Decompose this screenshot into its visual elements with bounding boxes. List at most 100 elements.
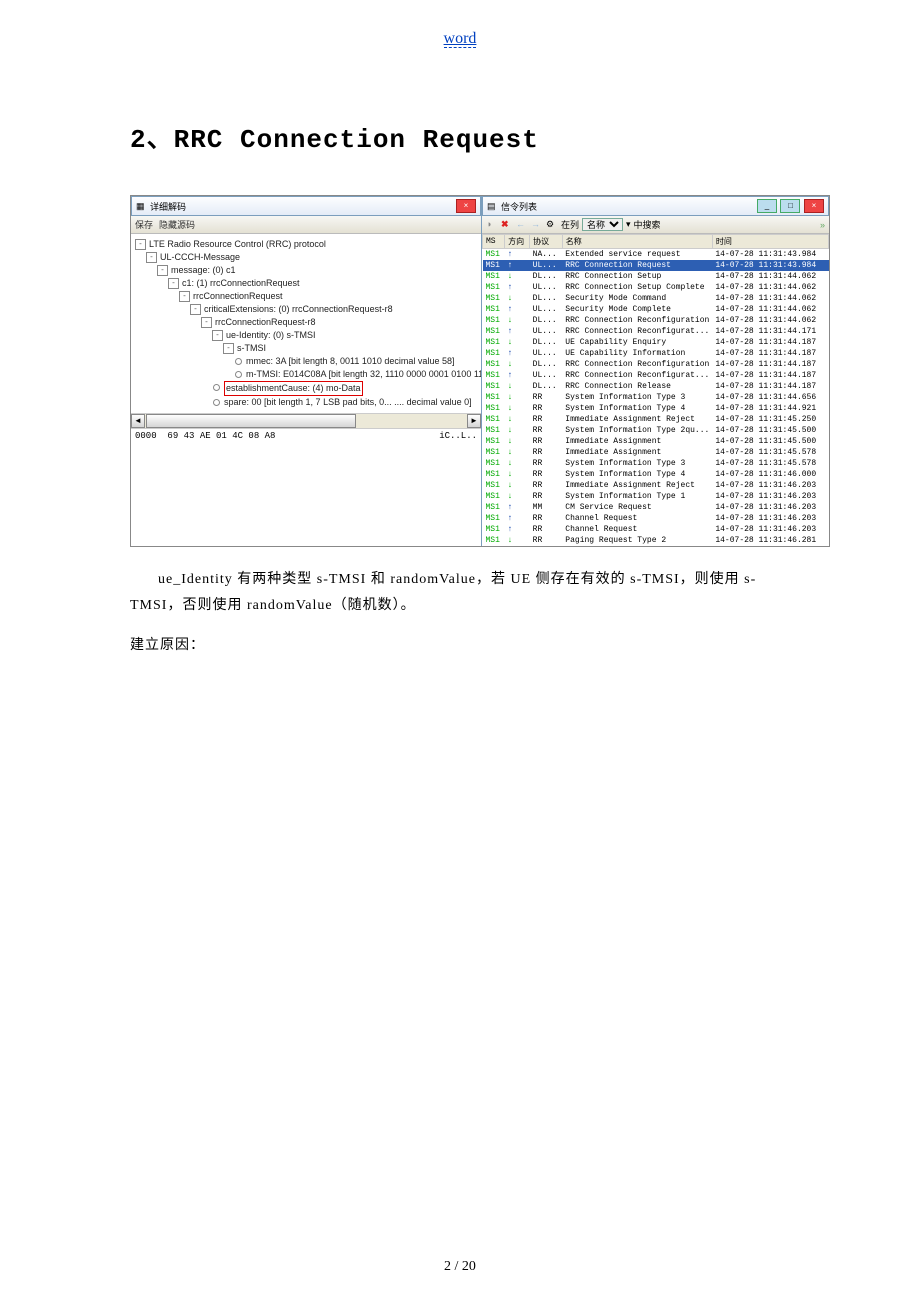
leaf-icon[interactable] xyxy=(213,384,220,391)
tree-label: m-TMSI: E014C08A [bit length 32, 1110 00… xyxy=(246,368,481,381)
tree-node[interactable]: -c1: (1) rrcConnectionRequest xyxy=(135,277,479,290)
hex-view: 0000 69 43 AE 01 4C 08 A8 iC..L.. xyxy=(131,428,481,445)
search-label-col: 在列 xyxy=(561,218,579,231)
list-icon: ▤ xyxy=(487,201,497,211)
save-button[interactable]: 保存 xyxy=(135,218,153,231)
tree-label: rrcConnectionRequest-r8 xyxy=(215,316,316,329)
tree-node[interactable]: -rrcConnectionRequest-r8 xyxy=(135,316,479,329)
collapse-icon[interactable]: - xyxy=(157,265,168,276)
tree-node[interactable]: spare: 00 [bit length 1, 7 LSB pad bits,… xyxy=(135,396,479,409)
decode-title: 详细解码 xyxy=(150,200,186,213)
tree-label: establishmentCause: (4) mo-Data xyxy=(224,381,363,396)
expand-icon[interactable]: » xyxy=(820,220,825,230)
horizontal-scrollbar[interactable]: ◄ ► xyxy=(131,413,481,428)
collapse-icon[interactable]: - xyxy=(135,239,146,250)
table-header-row: MS 方向 协议 名称 时间 xyxy=(483,235,829,249)
tree-node[interactable]: -LTE Radio Resource Control (RRC) protoc… xyxy=(135,238,479,251)
tree-node[interactable]: m-TMSI: E014C08A [bit length 32, 1110 00… xyxy=(135,368,479,381)
decode-titlebar: ▦ 详细解码 × xyxy=(131,196,481,216)
table-row[interactable]: MS1↑UL...RRC Connection Request14-07-28 … xyxy=(483,260,829,271)
leaf-icon[interactable] xyxy=(235,371,242,378)
close-icon[interactable]: × xyxy=(804,199,824,213)
hex-bytes: 69 43 AE 01 4C 08 A8 xyxy=(167,431,275,441)
tree-node[interactable]: -UL-CCCH-Message xyxy=(135,251,479,264)
table-row[interactable]: MS1↓RRPaging Request Type 214-07-28 11:3… xyxy=(483,535,829,546)
table-row[interactable]: MS1↓DL...UE Capability Enquiry14-07-28 1… xyxy=(483,337,829,348)
table-row[interactable]: MS1↓RRImmediate Assignment Reject14-07-2… xyxy=(483,414,829,425)
delete-icon[interactable]: ✖ xyxy=(501,219,513,231)
settings-icon[interactable]: ⚙ xyxy=(546,219,558,231)
table-row[interactable]: MS1↓RRImmediate Assignment14-07-28 11:31… xyxy=(483,447,829,458)
collapse-icon[interactable]: - xyxy=(190,304,201,315)
col-proto[interactable]: 协议 xyxy=(530,235,563,249)
table-row[interactable]: MS1↓DL...RRC Connection Setup14-07-28 11… xyxy=(483,271,829,282)
tree-node[interactable]: -ue-Identity: (0) s-TMSI xyxy=(135,329,479,342)
tree-label: rrcConnectionRequest xyxy=(193,290,283,303)
column-select[interactable]: 名称 xyxy=(582,218,623,231)
table-row[interactable]: MS1↑UL...RRC Connection Reconfigurat...1… xyxy=(483,326,829,337)
decode-tree[interactable]: -LTE Radio Resource Control (RRC) protoc… xyxy=(131,234,481,413)
collapse-icon[interactable]: - xyxy=(212,330,223,341)
collapse-icon[interactable]: - xyxy=(179,291,190,302)
table-row[interactable]: MS1↑MMCM Service Request14-07-28 11:31:4… xyxy=(483,502,829,513)
scroll-thumb[interactable] xyxy=(146,414,356,428)
tree-node[interactable]: -message: (0) c1 xyxy=(135,264,479,277)
tree-label: message: (0) c1 xyxy=(171,264,236,277)
tree-node[interactable]: establishmentCause: (4) mo-Data xyxy=(135,381,479,396)
table-row[interactable]: MS1↑NA...Extended service request14-07-2… xyxy=(483,249,829,261)
paragraph-2: 建立原因： xyxy=(130,633,790,659)
back-icon[interactable]: ← xyxy=(516,219,528,231)
col-name[interactable]: 名称 xyxy=(562,235,712,249)
table-row[interactable]: MS1↑UL...RRC Connection Setup Complete14… xyxy=(483,282,829,293)
hide-source-button[interactable]: 隐藏源码 xyxy=(159,218,195,231)
table-row[interactable]: MS1↓DL...RRC Connection Reconfiguration1… xyxy=(483,315,829,326)
tree-node[interactable]: -rrcConnectionRequest xyxy=(135,290,479,303)
col-ms[interactable]: MS xyxy=(483,235,505,249)
table-row[interactable]: MS1↑UL...RRC Connection Reconfigurat...1… xyxy=(483,370,829,381)
table-row[interactable]: MS1↓DL...RRC Connection Release14-07-28 … xyxy=(483,381,829,392)
table-row[interactable]: MS1↑UL...UE Capability Information14-07-… xyxy=(483,348,829,359)
table-row[interactable]: MS1↓RRImmediate Assignment Reject14-07-2… xyxy=(483,480,829,491)
table-row[interactable]: MS1↑RRChannel Request14-07-28 11:31:46.2… xyxy=(483,513,829,524)
app-icon: ▦ xyxy=(136,201,146,211)
decode-toolbar: 保存 隐藏源码 xyxy=(131,216,481,234)
table-row[interactable]: MS1↓RRSystem Information Type 414-07-28 … xyxy=(483,403,829,414)
hex-ascii: iC..L.. xyxy=(439,431,477,441)
maximize-icon[interactable]: □ xyxy=(780,199,800,213)
table-row[interactable]: MS1↑UL...Security Mode Complete14-07-28 … xyxy=(483,304,829,315)
table-row[interactable]: MS1↓RRSystem Information Type 414-07-28 … xyxy=(483,469,829,480)
tree-node[interactable]: -criticalExtensions: (0) rrcConnectionRe… xyxy=(135,303,479,316)
close-icon[interactable]: × xyxy=(456,199,476,213)
forward-icon[interactable]: → xyxy=(531,219,543,231)
table-row[interactable]: MS1↓RRImmediate Assignment14-07-28 11:31… xyxy=(483,436,829,447)
tree-node[interactable]: -s-TMSI xyxy=(135,342,479,355)
page-header: word xyxy=(0,30,920,48)
leaf-icon[interactable] xyxy=(213,399,220,406)
collapse-icon[interactable]: - xyxy=(168,278,179,289)
col-dir[interactable]: 方向 xyxy=(505,235,530,249)
table-row[interactable]: MS1↓RRSystem Information Type 114-07-28 … xyxy=(483,491,829,502)
collapse-icon[interactable]: - xyxy=(146,252,157,263)
table-row[interactable]: MS1↓DL...Security Mode Command14-07-28 1… xyxy=(483,293,829,304)
table-row[interactable]: MS1↑RRChannel Request14-07-28 11:31:46.2… xyxy=(483,524,829,535)
page-footer: 2 / 20 xyxy=(0,1259,920,1275)
table-row[interactable]: MS1↓RRSystem Information Type 2qu...14-0… xyxy=(483,425,829,436)
collapse-icon[interactable]: - xyxy=(201,317,212,328)
table-row[interactable]: MS1↓RRSystem Information Type 314-07-28 … xyxy=(483,392,829,403)
list-title: 信令列表 xyxy=(501,200,537,213)
scroll-right-icon[interactable]: ► xyxy=(467,414,481,428)
minimize-icon[interactable]: _ xyxy=(757,199,777,213)
collapse-icon[interactable]: - xyxy=(223,343,234,354)
signal-list-pane: ▤ 信令列表 _ □ × ◑ ✖ ← → ⚙ 在列 名称 xyxy=(482,196,829,546)
leaf-icon[interactable] xyxy=(235,358,242,365)
search-button[interactable]: 中搜索 xyxy=(634,218,661,231)
table-row[interactable]: MS1↓DL...RRC Connection Reconfiguration1… xyxy=(483,359,829,370)
word-link[interactable]: word xyxy=(444,30,477,48)
tree-node[interactable]: mmec: 3A [bit length 8, 0011 1010 decima… xyxy=(135,355,479,368)
table-row[interactable]: MS1↓RRSystem Information Type 314-07-28 … xyxy=(483,458,829,469)
list-toolbar: ◑ ✖ ← → ⚙ 在列 名称 ▾ 中搜索 » xyxy=(482,216,829,234)
clear-icon[interactable]: ◑ xyxy=(486,219,498,231)
scroll-left-icon[interactable]: ◄ xyxy=(131,414,145,428)
col-time[interactable]: 时间 xyxy=(712,235,828,249)
tree-label: spare: 00 [bit length 1, 7 LSB pad bits,… xyxy=(224,396,472,409)
